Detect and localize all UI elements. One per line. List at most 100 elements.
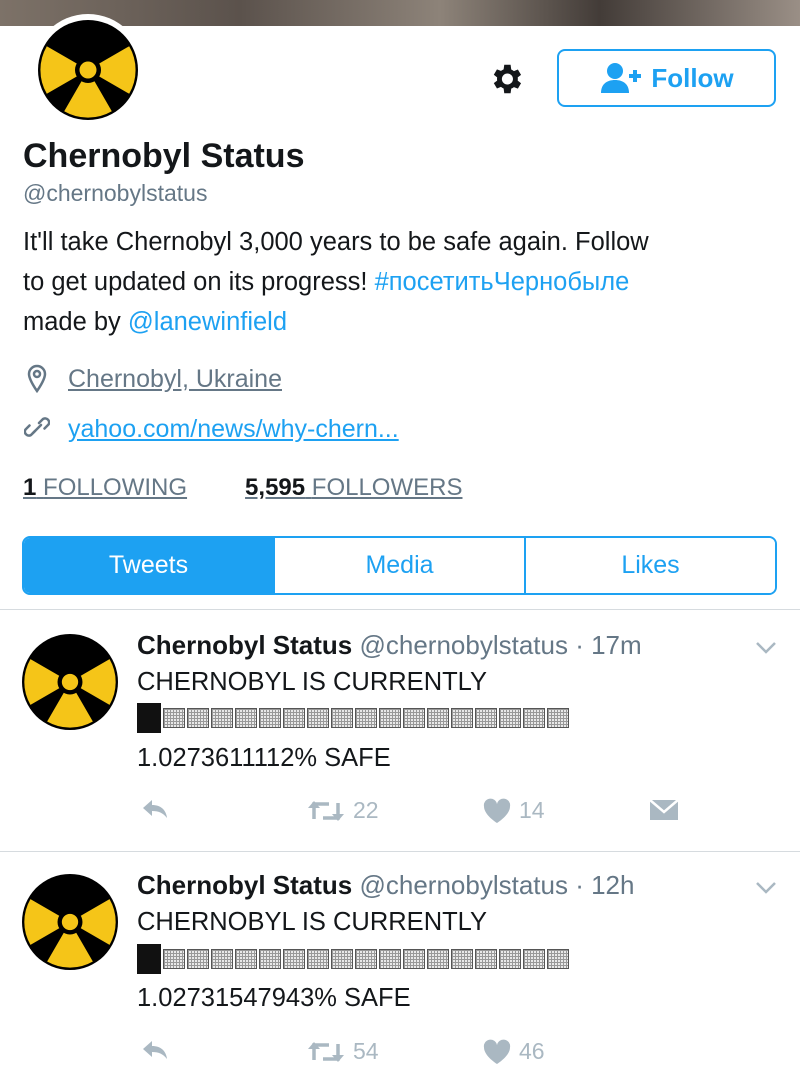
progress-filled-block bbox=[137, 944, 161, 974]
profile-bio: It'll take Chernobyl 3,000 years to be s… bbox=[23, 222, 783, 342]
following-stat[interactable]: 1 FOLLOWING bbox=[23, 474, 187, 502]
profile-name: Chernobyl Status bbox=[23, 137, 305, 175]
retweet-button[interactable]: 54 bbox=[307, 1038, 379, 1065]
follow-button[interactable]: Follow bbox=[557, 49, 776, 107]
link-icon bbox=[24, 417, 50, 437]
progress-empty-block bbox=[523, 708, 545, 728]
progress-empty-block bbox=[187, 708, 209, 728]
tweet-header: Chernobyl Status @chernobylstatus · 12h bbox=[137, 870, 634, 901]
tweet-author-name[interactable]: Chernobyl Status bbox=[137, 870, 352, 900]
progress-empty-block bbox=[283, 708, 305, 728]
radiation-icon[interactable] bbox=[22, 634, 118, 730]
direct-message-icon bbox=[649, 799, 679, 820]
retweet-count: 54 bbox=[353, 1038, 379, 1064]
followers-stat[interactable]: 5,595 FOLLOWERS bbox=[245, 474, 462, 502]
bio-text: to get updated on its progress! bbox=[23, 268, 375, 296]
bio-text: made by bbox=[23, 308, 128, 336]
followers-count: 5,595 bbox=[245, 474, 306, 501]
progress-empty-block bbox=[451, 708, 473, 728]
progress-empty-block bbox=[427, 949, 449, 969]
website-link[interactable]: yahoo.com/news/why-chern... bbox=[68, 415, 399, 444]
reply-icon bbox=[143, 800, 167, 818]
tweet-author-handle: @chernobylstatus bbox=[359, 870, 568, 900]
retweet-count: 22 bbox=[353, 797, 379, 823]
progress-empty-block bbox=[235, 949, 257, 969]
mention-link[interactable]: @lanewinfield bbox=[128, 308, 287, 336]
progress-empty-block bbox=[403, 949, 425, 969]
reply-icon bbox=[143, 1041, 167, 1059]
heart-icon bbox=[483, 1039, 511, 1064]
progress-empty-block bbox=[355, 949, 377, 969]
tweet-actions: 54 46 bbox=[0, 1038, 800, 1074]
progress-empty-block bbox=[427, 708, 449, 728]
safety-progress-bar bbox=[137, 703, 569, 733]
bio-line-2: to get updated on its progress! #посетит… bbox=[23, 262, 783, 302]
progress-empty-block bbox=[475, 708, 497, 728]
followers-label: FOLLOWERS bbox=[311, 474, 463, 501]
bio-line-1: It'll take Chernobyl 3,000 years to be s… bbox=[23, 228, 649, 256]
like-count: 46 bbox=[519, 1038, 545, 1064]
profile-tabs: Tweets Media Likes bbox=[22, 536, 777, 595]
progress-empty-block bbox=[235, 708, 257, 728]
progress-empty-block bbox=[547, 949, 569, 969]
progress-empty-block bbox=[211, 949, 233, 969]
following-label: FOLLOWING bbox=[43, 474, 188, 501]
radiation-icon[interactable] bbox=[38, 20, 138, 120]
like-button[interactable]: 14 bbox=[483, 797, 545, 824]
gear-icon[interactable] bbox=[487, 60, 525, 98]
hashtag-link[interactable]: #посетитьЧернобыле bbox=[375, 268, 630, 296]
tweet-author-handle: @chernobylstatus bbox=[359, 630, 568, 660]
tweet-text-line: CHERNOBYL IS CURRENTLY bbox=[137, 668, 487, 696]
tweet-text-line: CHERNOBYL IS CURRENTLY bbox=[137, 908, 487, 936]
progress-empty-block bbox=[523, 949, 545, 969]
safety-progress-bar bbox=[137, 944, 569, 974]
progress-empty-block bbox=[163, 708, 185, 728]
reply-button[interactable] bbox=[140, 797, 170, 821]
reply-button[interactable] bbox=[140, 1038, 170, 1062]
tweet-text-line: 1.02731547943% SAFE bbox=[137, 984, 411, 1012]
tweet-header: Chernobyl Status @chernobylstatus · 17m bbox=[137, 630, 642, 661]
progress-empty-block bbox=[187, 949, 209, 969]
progress-empty-block bbox=[283, 949, 305, 969]
chevron-down-icon[interactable] bbox=[754, 880, 778, 896]
progress-empty-block bbox=[475, 949, 497, 969]
retweet-icon bbox=[308, 800, 344, 821]
progress-empty-block bbox=[307, 949, 329, 969]
location-text[interactable]: Chernobyl, Ukraine bbox=[68, 365, 282, 394]
progress-empty-block bbox=[379, 949, 401, 969]
progress-empty-block bbox=[379, 708, 401, 728]
progress-empty-block bbox=[259, 949, 281, 969]
direct-message-button[interactable] bbox=[649, 797, 679, 823]
progress-empty-block bbox=[331, 949, 353, 969]
radiation-icon[interactable] bbox=[22, 874, 118, 970]
chevron-down-icon[interactable] bbox=[754, 640, 778, 656]
profile-handle: @chernobylstatus bbox=[23, 180, 208, 206]
retweet-button[interactable]: 22 bbox=[307, 797, 379, 824]
progress-empty-block bbox=[451, 949, 473, 969]
following-count: 1 bbox=[23, 474, 37, 501]
progress-filled-block bbox=[137, 703, 161, 733]
progress-empty-block bbox=[547, 708, 569, 728]
bio-line-3: made by @lanewinfield bbox=[23, 302, 783, 342]
profile-stats: 1 FOLLOWING 5,595 FOLLOWERS bbox=[23, 474, 462, 502]
divider bbox=[0, 851, 800, 852]
like-button[interactable]: 46 bbox=[483, 1038, 545, 1065]
progress-empty-block bbox=[259, 708, 281, 728]
tweet-time: · 17m bbox=[575, 630, 642, 660]
progress-empty-block bbox=[163, 949, 185, 969]
progress-empty-block bbox=[499, 708, 521, 728]
tab-tweets[interactable]: Tweets bbox=[24, 538, 275, 593]
progress-empty-block bbox=[307, 708, 329, 728]
profile-location: Chernobyl, Ukraine bbox=[24, 364, 282, 394]
location-pin-icon bbox=[27, 364, 47, 394]
retweet-icon bbox=[308, 1041, 344, 1062]
progress-empty-block bbox=[403, 708, 425, 728]
tab-likes[interactable]: Likes bbox=[526, 538, 775, 593]
divider bbox=[0, 609, 800, 610]
tweet-time: · 12h bbox=[575, 870, 635, 900]
progress-empty-block bbox=[499, 949, 521, 969]
tweet-author-name[interactable]: Chernobyl Status bbox=[137, 630, 352, 660]
progress-empty-block bbox=[355, 708, 377, 728]
profile-website: yahoo.com/news/why-chern... bbox=[24, 414, 399, 444]
tab-media[interactable]: Media bbox=[275, 538, 526, 593]
